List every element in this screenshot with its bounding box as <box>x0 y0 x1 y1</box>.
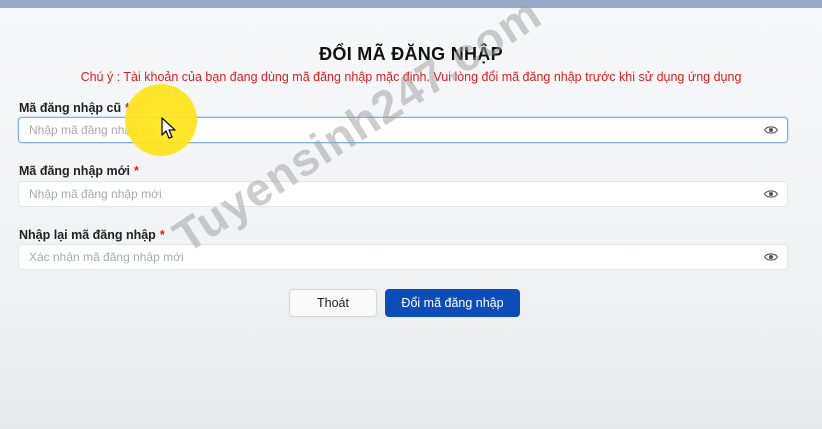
new-code-label: Mã đăng nhập mới * <box>19 164 139 178</box>
old-code-input[interactable] <box>29 118 749 142</box>
old-code-label: Mã đăng nhập cũ * <box>19 101 130 115</box>
old-code-field <box>18 117 788 143</box>
new-code-label-text: Mã đăng nhập mới <box>19 164 130 178</box>
required-mark: * <box>159 228 165 242</box>
required-mark: * <box>125 101 130 115</box>
confirm-code-label-text: Nhập lại mã đăng nhập <box>19 228 156 242</box>
top-bar <box>0 0 822 8</box>
cancel-button[interactable]: Thoát <box>289 289 377 317</box>
warning-notice: Chú ý : Tài khoản của bạn đang dùng mã đ… <box>80 70 742 84</box>
required-mark: * <box>133 164 139 178</box>
old-code-label-text: Mã đăng nhập cũ <box>19 101 122 115</box>
eye-icon[interactable] <box>764 124 778 136</box>
eye-icon[interactable] <box>764 188 778 200</box>
new-code-input[interactable] <box>29 182 749 206</box>
change-code-button[interactable]: Đổi mã đăng nhập <box>385 289 520 317</box>
confirm-code-input[interactable] <box>29 245 749 269</box>
confirm-code-field <box>18 244 788 270</box>
eye-icon[interactable] <box>764 251 778 263</box>
new-code-field <box>18 181 788 207</box>
page-title: ĐỔI MÃ ĐĂNG NHẬP <box>319 44 503 64</box>
confirm-code-label: Nhập lại mã đăng nhập * <box>19 228 165 242</box>
